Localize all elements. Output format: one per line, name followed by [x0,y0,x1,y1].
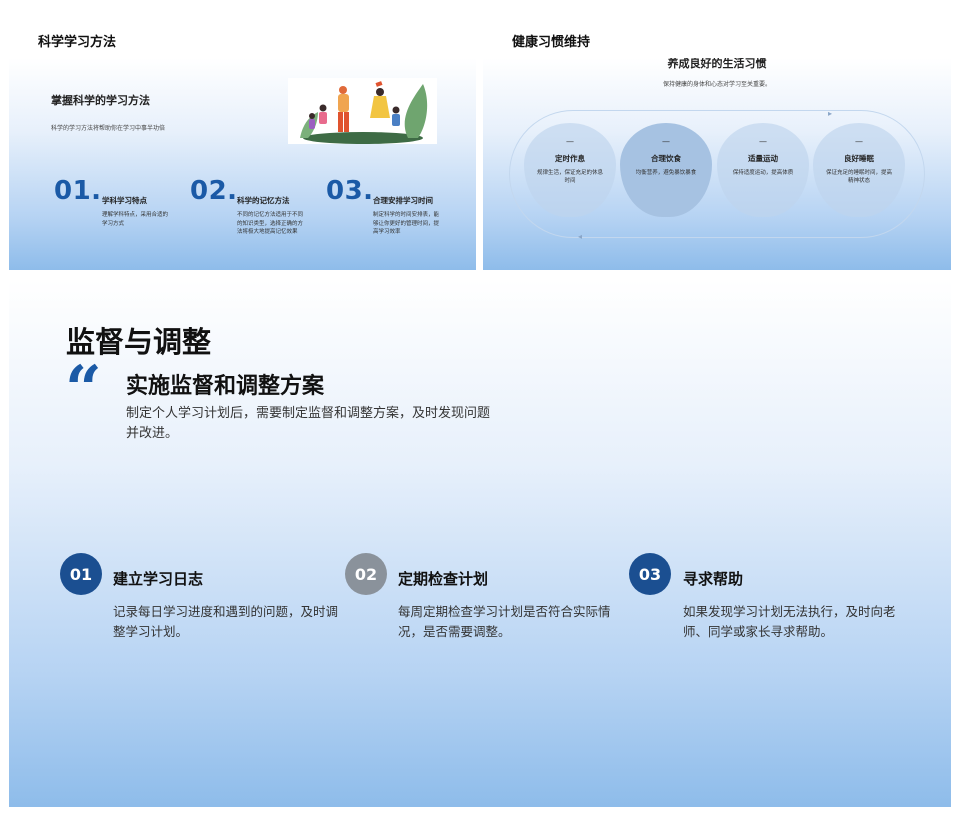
step-number-badge: 03 [629,553,671,595]
habit-desc: 规律生活，保证充足的休息时间 [536,170,603,184]
habit-title: 适量运动 [748,154,778,163]
habit-title: 合理饮食 [651,154,681,163]
track-arrow-icon: ◂ [578,232,583,241]
step-title: 寻求帮助 [683,570,744,588]
item-title-2: 科学的记忆方法 [237,196,290,205]
slide-thumbnail-healthy-habits[interactable]: 养成良好的生活习惯 保持健康的身体和心态对学习至关重要。 ◂ ▸ — 定时作息 … [483,58,951,270]
habit-title: 良好睡眠 [844,154,874,163]
habit-card-exercise: — 适量运动 保持适度运动，提高体质 [717,123,809,217]
habit-title: 定时作息 [555,154,585,163]
slide-label-study-methods: 科学学习方法 [38,35,117,50]
step-desc: 记录每日学习进度和遇到的问题，及时调整学习计划。 [113,604,339,639]
section-desc: 制定个人学习计划后，需要制定监督和调整方案，及时发现问题并改进。 [126,406,491,441]
dash-mark: — [855,137,863,146]
step-number-badge: 02 [345,553,387,595]
slide-label-healthy-habits: 健康习惯维持 [512,35,591,50]
item-number-1: 01. [54,176,102,206]
section-heading: 实施监督和调整方案 [126,374,325,399]
slide-thumbnail-study-methods[interactable]: 掌握科学的学习方法 科学的学习方法将帮助你在学习中事半功倍 01. 学科学习特点… [9,58,476,270]
slide-title: 养成良好的生活习惯 [667,58,767,70]
habit-desc: 保持适度运动，提高体质 [732,170,794,176]
item-number-2: 02. [190,176,238,206]
family-celebration-illustration [288,78,437,144]
slide-supervise-adjust[interactable]: 监督与调整 “ 实施监督和调整方案 制定个人学习计划后，需要制定监督和调整方案，… [9,280,951,807]
item-desc-1: 理解学科特点，采用合适的学习方式 [102,212,169,227]
track-arrow-icon: ▸ [828,109,833,118]
habit-card-diet: — 合理饮食 均衡营养，避免暴饮暴食 [620,123,712,217]
habit-desc: 均衡营养，避免暴饮暴食 [635,170,697,176]
dash-mark: — [759,137,767,146]
step-title: 建立学习日志 [113,570,204,588]
step-title: 定期检查计划 [398,570,489,588]
item-desc-2: 不同的记忆方法适用于不同的知识类型，选择正确的方法将极大地提高记忆效果 [237,212,304,235]
dash-mark: — [662,137,670,146]
step-desc: 每周定期检查学习计划是否符合实际情况，是否需要调整。 [398,604,611,639]
dash-mark: — [566,137,574,146]
step-desc: 如果发现学习计划无法执行，及时向老师、同学或家长寻求帮助。 [683,604,896,639]
item-desc-3: 制定科学的时间安排表，能够让你更好的管理时间，提高学习效率 [373,212,440,235]
habit-desc: 保证充足的睡眠时间，提高精神状态 [825,170,892,184]
quote-icon: “ [65,352,102,427]
slide-subtitle: 科学的学习方法将帮助你在学习中事半功倍 [51,125,166,132]
item-number-3: 03. [326,176,374,206]
habit-card-sleep: — 良好睡眠 保证充足的睡眠时间，提高精神状态 [813,123,905,217]
item-title-1: 学科学习特点 [102,196,147,205]
step-number-badge: 01 [60,553,102,595]
slide-subtitle: 保持健康的身体和心态对学习至关重要。 [662,81,771,88]
item-title-3: 合理安排学习时间 [373,196,433,205]
habit-card-routine: — 定时作息 规律生活，保证充足的休息时间 [524,123,616,217]
slide-title: 掌握科学的学习方法 [51,94,150,107]
